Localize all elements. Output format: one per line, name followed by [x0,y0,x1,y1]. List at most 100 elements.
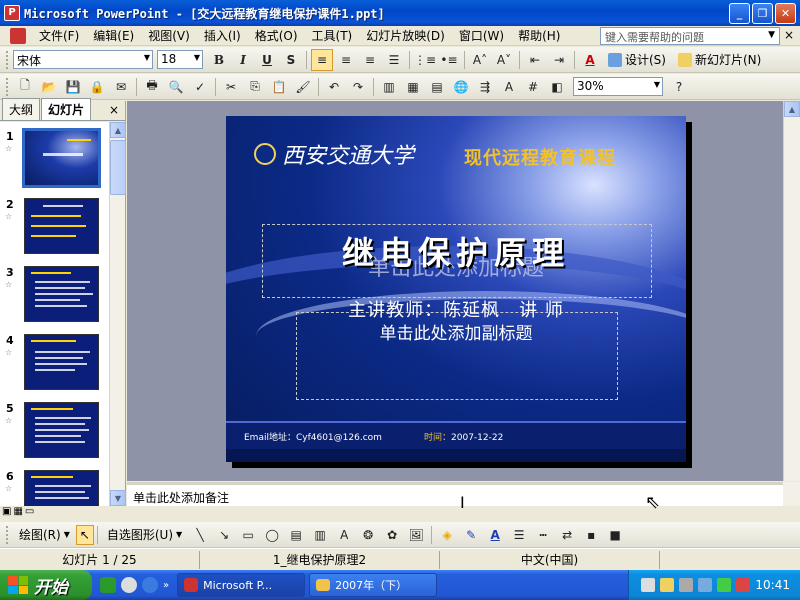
thumbnail-slide-2[interactable]: 2 ☆ [0,196,110,268]
volume-icon[interactable] [698,578,713,592]
print-icon[interactable]: 🖶 [141,76,163,98]
increase-font-icon[interactable]: A˄ [469,49,491,71]
tab-slides[interactable]: 幻灯片 [41,98,92,120]
arrow-style-icon[interactable]: ⇄ [556,524,578,546]
hyperlink-icon[interactable]: 🌐 [450,76,472,98]
taskbar-item-folder[interactable]: 2007年（下） [309,573,438,597]
permission-icon[interactable]: 🔒 [86,76,108,98]
slide-sorter-view-icon[interactable]: ▦ [13,506,22,520]
font-select[interactable]: 宋体 ▼ [13,50,153,69]
grid-icon[interactable]: # [522,76,544,98]
new-slide-button[interactable]: 新幻灯片(N) [672,51,767,68]
font-size-select[interactable]: 18 ▼ [157,50,203,69]
menu-window[interactable]: 窗口(W) [452,27,511,44]
thumbnail-slide-4[interactable]: 4 ☆ [0,332,110,404]
normal-view-icon[interactable]: ▣ [2,506,11,520]
minimize-button[interactable]: _ [729,3,750,24]
slide-editing-area[interactable]: 西安交通大学 现代远程教育课程 单击此处添加标题 继电保护原理 主讲教师：陈延枫… [127,101,783,481]
slideshow-view-icon[interactable]: ▭ [25,506,34,520]
italic-button[interactable]: I [232,49,254,71]
start-button[interactable]: 开始 [0,570,92,600]
toolbar-grip[interactable] [6,525,9,544]
oval-icon[interactable]: ◯ [261,524,283,546]
shadow-style-icon[interactable]: ▪ [580,524,602,546]
help-icon[interactable]: ? [668,76,690,98]
shadow-button[interactable]: S [280,49,302,71]
document-close-button[interactable]: × [784,28,794,42]
cut-icon[interactable]: ✂ [220,76,242,98]
align-right-icon[interactable]: ≡ [359,49,381,71]
thumbnail-scrollbar[interactable]: ▲ ▼ [109,122,126,506]
expand-all-icon[interactable]: ⇶ [474,76,496,98]
scroll-down-icon[interactable]: ▼ [110,490,126,506]
line-icon[interactable]: ╲ [189,524,211,546]
taskbar-item-powerpoint[interactable]: Microsoft P... [177,573,306,597]
scroll-thumb[interactable] [110,140,126,195]
thumbnail-slide-3[interactable]: 3 ☆ [0,264,110,336]
powerpoint-icon[interactable]: P [4,5,20,21]
thumbnail-slide-6[interactable]: 6 ☆ [0,468,110,506]
antivirus-icon[interactable] [736,578,751,592]
pen-icon[interactable] [660,578,675,592]
slide-canvas[interactable]: 西安交通大学 现代远程教育课程 单击此处添加标题 继电保护原理 主讲教师：陈延枫… [226,116,686,462]
toolbar-grip[interactable] [6,77,9,96]
numbering-icon[interactable]: ⋮≡ [414,49,436,71]
underline-button[interactable]: U [256,49,278,71]
internet-explorer-icon[interactable] [142,577,158,593]
copy-icon[interactable]: ⎘ [244,76,266,98]
draw-menu-button[interactable]: 绘图(R) ▼ [13,526,76,543]
picture-icon[interactable]: 🖼 [405,524,427,546]
media-player-icon[interactable] [121,577,137,593]
open-folder-icon[interactable]: 📂 [38,76,60,98]
menu-view[interactable]: 视图(V) [141,27,197,44]
align-center-icon[interactable]: ≡ [335,49,357,71]
textbox-icon[interactable]: ▤ [285,524,307,546]
menu-format[interactable]: 格式(O) [248,27,305,44]
menu-help[interactable]: 帮助(H) [511,27,567,44]
menu-tools[interactable]: 工具(T) [305,27,360,44]
rectangle-icon[interactable]: ▭ [237,524,259,546]
show-formatting-icon[interactable]: A [498,76,520,98]
table-icon[interactable]: ▦ [402,76,424,98]
clipart-icon[interactable]: ✿ [381,524,403,546]
keyboard-icon[interactable] [641,578,656,592]
color-grayscale-icon[interactable]: ◧ [546,76,568,98]
design-button[interactable]: 设计(S) [602,51,672,68]
menu-insert[interactable]: 插入(I) [197,27,248,44]
thumbnail-slide-5[interactable]: 5 ☆ [0,400,110,472]
clock[interactable]: 10:41 [755,578,790,592]
zoom-select[interactable]: 30% ▼ [573,77,663,96]
print-preview-icon[interactable]: 🔍 [165,76,187,98]
document-icon[interactable] [10,27,26,44]
close-button[interactable]: ✕ [775,3,796,24]
undo-icon[interactable]: ↶ [323,76,345,98]
decrease-font-icon[interactable]: A˅ [493,49,515,71]
new-file-icon[interactable]: 🗋 [14,76,36,98]
align-left-icon[interactable]: ≡ [311,48,333,71]
quick-launch-more-icon[interactable]: » [163,580,169,591]
tab-outline[interactable]: 大纲 [2,98,41,120]
network-icon[interactable] [679,578,694,592]
spelling-icon[interactable]: ✓ [189,76,211,98]
font-color-icon[interactable]: A [484,524,506,546]
bullets-icon[interactable]: •≡ [438,49,460,71]
bold-button[interactable]: B [208,49,230,71]
toolbar-grip[interactable] [6,50,9,69]
decrease-indent-icon[interactable]: ⇤ [524,49,546,71]
tables-borders-icon[interactable]: ▤ [426,76,448,98]
format-painter-icon[interactable]: 🖌 [292,76,314,98]
menu-slideshow[interactable]: 幻灯片放映(D) [359,27,452,44]
3d-style-icon[interactable]: ■ [604,524,626,546]
line-style-icon[interactable]: ☰ [508,524,530,546]
save-icon[interactable]: 💾 [62,76,84,98]
redo-icon[interactable]: ↷ [347,76,369,98]
arrow-icon[interactable]: ↘ [213,524,235,546]
restore-button[interactable]: ❐ [752,3,773,24]
notes-pane[interactable]: 单击此处添加备注 [127,482,783,506]
autoshapes-button[interactable]: 自选图形(U) ▼ [101,526,188,543]
dash-style-icon[interactable]: ┅ [532,524,554,546]
font-color-icon[interactable]: A [579,49,601,71]
paste-icon[interactable]: 📋 [268,76,290,98]
select-objects-icon[interactable]: ↖ [75,524,94,545]
thumbnail-slide-1[interactable]: 1 ☆ [0,128,110,200]
